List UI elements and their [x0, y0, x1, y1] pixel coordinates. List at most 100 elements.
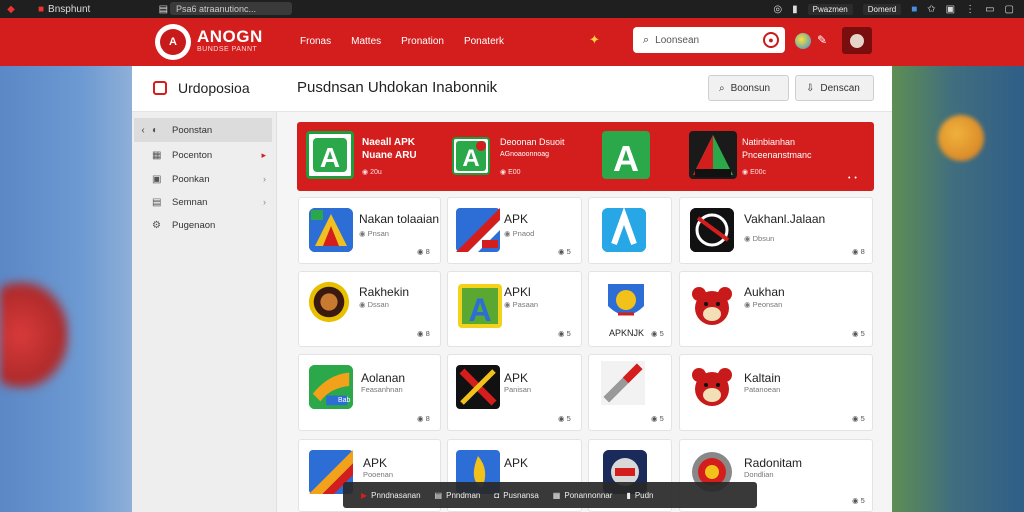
app-card[interactable] [588, 197, 672, 264]
app-meta-text: Feasanhnan [361, 385, 403, 394]
tab-close-icon[interactable]: ■ [38, 4, 44, 15]
bottom-item-label: Pudn [634, 490, 654, 500]
doc-icon: ▤ [434, 490, 443, 500]
account-pill[interactable]: Domerd [862, 3, 902, 15]
app-meta-text: Patanoean [744, 385, 781, 394]
bottom-item-label: Pnndnasanan [371, 490, 421, 500]
globe-icon[interactable] [795, 33, 811, 49]
site-logo[interactable]: A [155, 24, 191, 60]
app-rating: ◉ 8 [852, 247, 865, 256]
pin-icon: ▮ [626, 490, 631, 500]
nav-item-1[interactable]: Fronas [300, 36, 331, 47]
search-input[interactable]: ⌕ Loonsean ● [633, 27, 785, 53]
search-placeholder: Loonsean [655, 34, 700, 46]
address-bar[interactable]: Psa6 atraanutionc... [170, 2, 292, 15]
icon-badge: Bab [338, 397, 351, 404]
app-name: Rakhekin [359, 285, 410, 299]
carousel-dots[interactable]: • • [848, 175, 858, 182]
downloads-icon[interactable]: ▣ [946, 4, 955, 15]
svg-text:A: A [468, 292, 491, 328]
brand-name[interactable]: ANOGN [197, 27, 263, 47]
app-rating: ◉ 5 [558, 247, 571, 256]
bottom-item-5[interactable]: ▮ Pudn [626, 491, 653, 500]
banner-meta-3: ◉ E00c [742, 169, 767, 176]
app-name: APK [504, 456, 529, 470]
sidebar-item-3[interactable]: ▣ Poonkan › [134, 167, 272, 191]
bottom-item-3[interactable]: ◘ Pusnansa [494, 491, 538, 500]
striped-a-icon [456, 208, 500, 252]
bottom-item-label: Ponannonnar [564, 490, 613, 500]
sidebar-item-1[interactable]: ‹ ◐ Poonstan [134, 118, 272, 142]
nav-item-2[interactable]: Mattes [351, 36, 381, 47]
app-card[interactable]: APK ◉ Pnaod ◉ 5 [447, 197, 582, 264]
app-meta: Patanoean [744, 385, 780, 394]
sidebar-item-5[interactable]: ⚙ Pugenaon [134, 213, 272, 237]
app-rating-text: 8 [425, 329, 430, 338]
app-rating-text: 5 [566, 247, 571, 256]
extension-icon[interactable]: ◎ [773, 4, 782, 15]
app-card[interactable]: Kaltain Patanoean ◉ 5 [679, 354, 873, 431]
banner-app-icon-1[interactable]: A [306, 131, 354, 179]
app-card[interactable]: Nakan tolaaian ◉ Pnsan ◉ 8 [298, 197, 441, 264]
sidebar-item-2[interactable]: ▦ Pocenton ▸ [134, 143, 272, 167]
sidebar-item-label: Semnan [172, 196, 208, 208]
banner-title-2: Deoonan Dsuoit [500, 137, 565, 147]
window-icon[interactable]: ▢ [1005, 4, 1014, 15]
banner-title-3: Natinbianhan [742, 137, 796, 147]
folder-icon: ▣ [152, 173, 162, 185]
banner-meta-text: E00c [750, 169, 767, 176]
app-card[interactable]: APK Panisan ◉ 5 [447, 354, 582, 431]
browser-logo-icon[interactable]: ◆ [4, 2, 18, 16]
app-card[interactable]: Vakhanl.Jalaan ◉ Dbsun ◉ 8 [679, 197, 873, 264]
bottom-item-2[interactable]: ▤ Pnndman [435, 491, 481, 500]
app-card[interactable]: A APKl ◉ Pasaan ◉ 5 [447, 271, 582, 347]
filter-button[interactable]: ⇩ Denscan [795, 75, 874, 101]
app-meta: Pooenan [363, 470, 393, 479]
emblem-icon [308, 281, 350, 323]
bottom-item-4[interactable]: ▦ Ponannonnar [553, 491, 613, 500]
app-rating: ◉ 5 [852, 496, 865, 505]
app-card[interactable]: APKNJK ◉ 5 [588, 271, 672, 347]
avatar[interactable] [842, 27, 872, 54]
banner-app-icon-4[interactable] [689, 131, 737, 179]
app-meta: ◉ Pnsan [359, 229, 389, 238]
shield-icon[interactable]: ■ [911, 4, 917, 15]
blue-a-icon [602, 208, 646, 252]
lock-icon: ◘ [494, 490, 500, 500]
banner-app-icon-2[interactable]: A [452, 137, 490, 175]
bear-icon [692, 368, 732, 406]
sort-button[interactable]: ⌕ Boonsun [708, 75, 789, 101]
app-meta-text: Dbsun [752, 234, 775, 243]
banner-app-icon-3[interactable]: A [602, 131, 650, 179]
sync-icon[interactable]: ▮ [792, 4, 798, 15]
app-card[interactable]: Bab Aolanan Feasanhnan ◉ 8 [298, 354, 441, 431]
arrow-logo-icon [693, 135, 733, 177]
nav-item-4[interactable]: Ponaterk [464, 36, 504, 47]
tab-new-icon[interactable]: ▤ [156, 2, 170, 16]
bear-icon [692, 287, 732, 325]
app-card[interactable]: Rakhekin ◉ Dssan ◉ 8 [298, 271, 441, 347]
minimize-icon[interactable]: ▭ [985, 4, 994, 15]
star-icon[interactable]: ✩ [927, 4, 935, 15]
app-card[interactable]: Aukhan ◉ Peonsan ◉ 5 [679, 271, 873, 347]
profile-pill[interactable]: Pwazmen [807, 3, 853, 15]
menu-icon[interactable]: ⋮ [965, 4, 975, 15]
app-rating-text: 8 [860, 247, 865, 256]
background-blur-ball [938, 115, 984, 161]
app-card[interactable]: ◉ 5 [588, 354, 672, 431]
share-icon[interactable]: ✎ [817, 33, 833, 49]
sidebar-item-4[interactable]: ▤ Semnan › [134, 190, 272, 214]
app-meta-text: Pnaod [512, 229, 535, 238]
app-rating: ◉ 5 [852, 414, 865, 423]
app-meta-text: Dondlian [744, 470, 774, 479]
search-submit-icon[interactable]: ● [763, 32, 779, 48]
bottom-item-1[interactable]: ▶ Pnndnasanan [361, 491, 421, 500]
app-meta: ◉ Pasaan [504, 300, 539, 309]
notification-icon[interactable]: ✦ [589, 32, 600, 48]
bottom-item-label: Pusnansa [503, 490, 539, 500]
nav-item-3[interactable]: Pronation [401, 36, 444, 47]
banner-subtitle-1: Nuane ARU [362, 150, 417, 161]
browser-tab[interactable]: ■ Bnsphunt [32, 2, 96, 16]
app-name: Vakhanl.Jalaan [744, 212, 826, 226]
app-meta-text: Pooenan [363, 470, 394, 479]
